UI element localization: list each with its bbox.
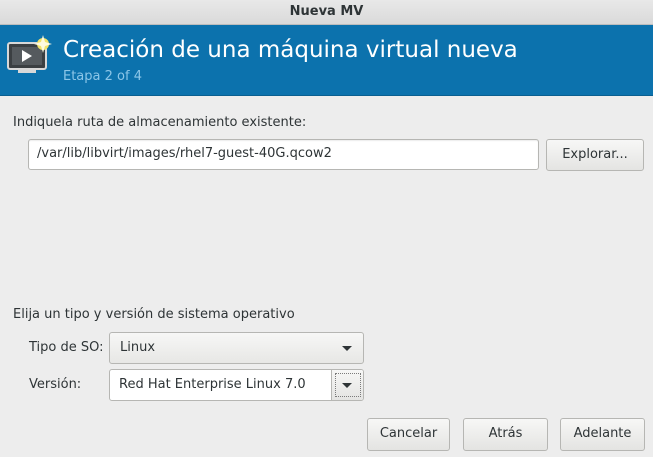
storage-path-input[interactable]: /var/lib/libvirt/images/rhel7-guest-40G.… bbox=[28, 139, 539, 170]
storage-path-label: Indiquela ruta de almacenamiento existen… bbox=[13, 115, 307, 130]
os-type-label: Tipo de SO: bbox=[29, 340, 104, 355]
browse-button[interactable]: Explorar... bbox=[546, 139, 644, 171]
os-version-combobox[interactable]: Red Hat Enterprise Linux 7.0 bbox=[109, 369, 364, 401]
os-type-value: Linux bbox=[120, 340, 156, 355]
cancel-button[interactable]: Cancelar bbox=[367, 418, 450, 451]
window-titlebar: Nueva MV bbox=[0, 0, 653, 25]
chevron-down-icon bbox=[342, 346, 352, 351]
wizard-header: Creación de una máquina virtual nueva Et… bbox=[0, 25, 653, 96]
chevron-down-icon bbox=[342, 383, 352, 388]
wizard-step-indicator: Etapa 2 of 4 bbox=[63, 69, 142, 84]
os-version-label: Versión: bbox=[29, 377, 82, 392]
os-version-value: Red Hat Enterprise Linux 7.0 bbox=[119, 377, 306, 392]
os-version-dropdown-button[interactable] bbox=[331, 370, 363, 400]
wizard-title: Creación de una máquina virtual nueva bbox=[63, 37, 518, 63]
os-type-dropdown[interactable]: Linux bbox=[109, 332, 364, 364]
forward-button[interactable]: Adelante bbox=[560, 418, 645, 451]
window-title: Nueva MV bbox=[289, 4, 364, 19]
back-button[interactable]: Atrás bbox=[463, 418, 548, 451]
vm-screen-new-icon bbox=[7, 35, 52, 73]
os-section-label: Elija un tipo y versión de sistema opera… bbox=[13, 307, 295, 322]
